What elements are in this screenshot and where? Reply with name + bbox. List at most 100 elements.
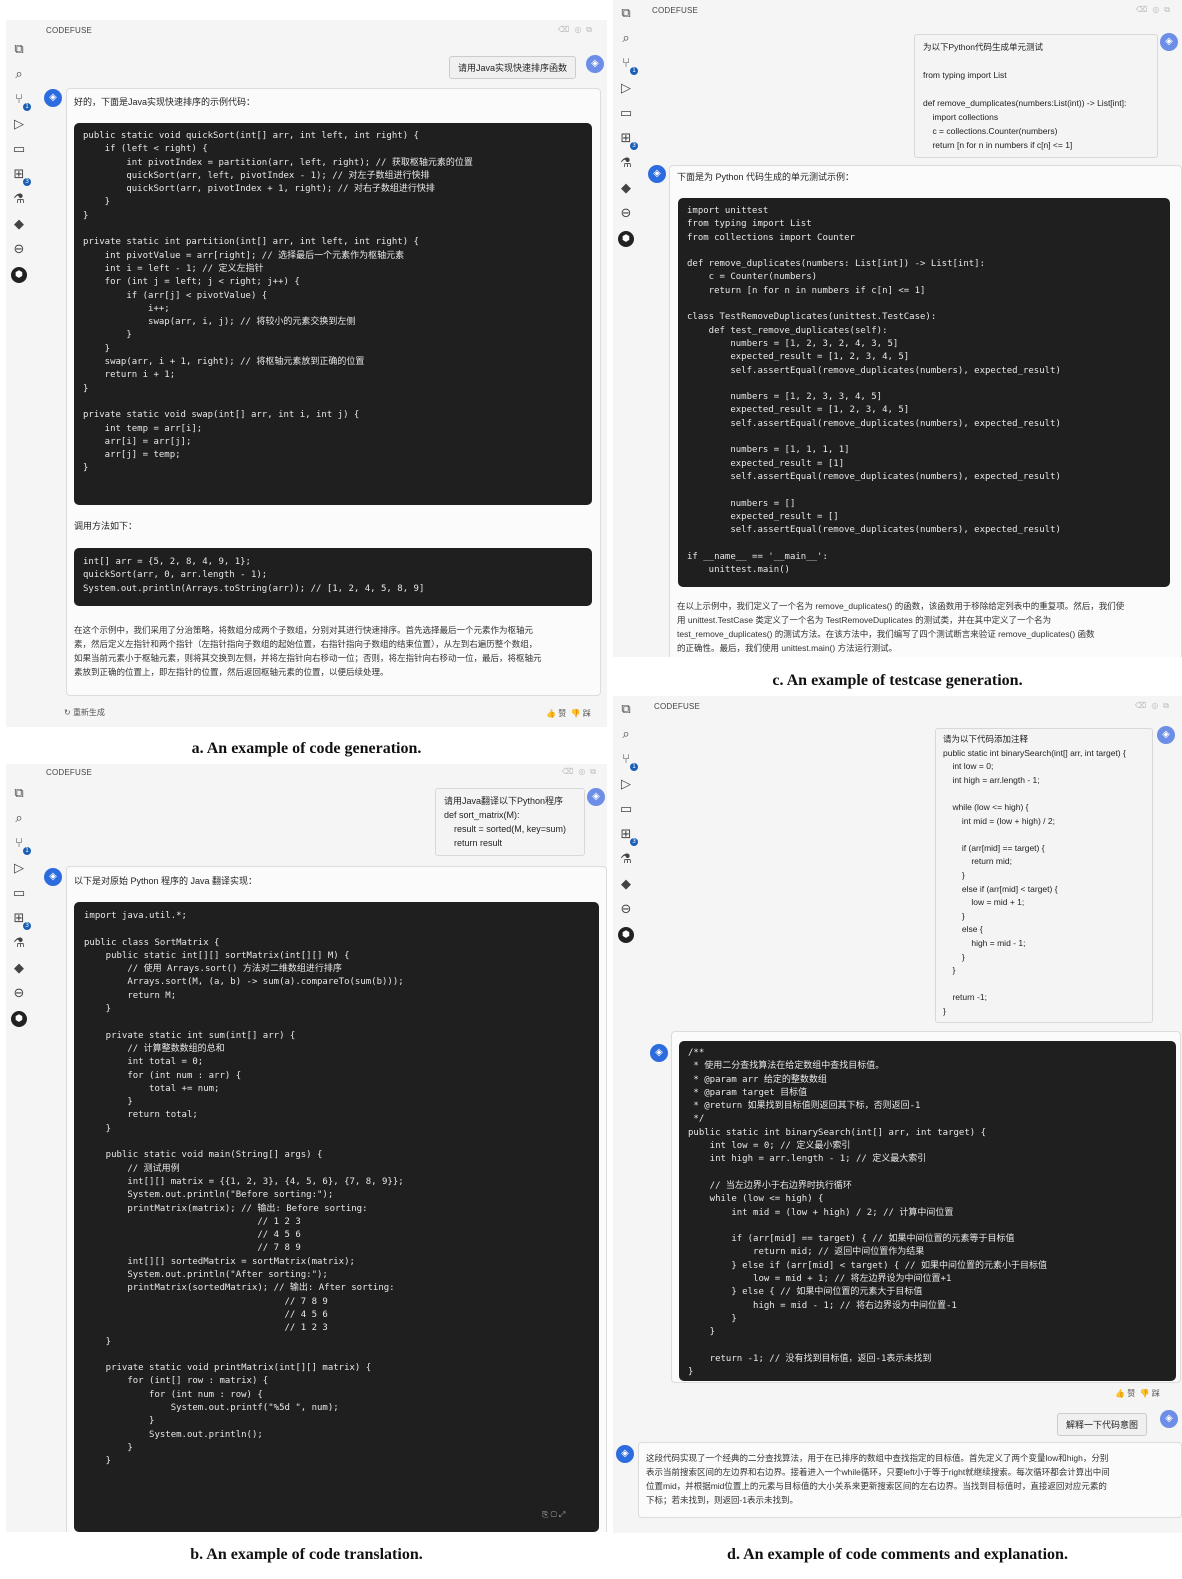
code-line: i++; — [83, 303, 170, 314]
terminal-icon[interactable]: ⊖ — [11, 242, 27, 258]
code-line: for (int num : row) { — [84, 1389, 263, 1400]
codefuse-logo[interactable]: ⬢ — [11, 267, 27, 283]
search-icon[interactable]: ⌕ — [618, 31, 634, 47]
search-icon[interactable]: ⌕ — [11, 67, 27, 83]
message-line: result = sorted(M, key=sum) — [444, 824, 567, 834]
testing-icon[interactable]: ⚗ — [618, 852, 634, 868]
testing-icon[interactable]: ⚗ — [11, 192, 27, 208]
docker-icon[interactable]: ◆ — [11, 217, 27, 233]
code-line: for (int[] row : matrix) { — [84, 1376, 269, 1387]
message-line: public static int binarySearch(int[] arr… — [943, 747, 1126, 758]
testing-icon[interactable]: ⚗ — [11, 936, 27, 952]
codefuse-logo[interactable]: ⬢ — [618, 231, 634, 247]
code-line: numbers = [1, 1, 1, 1] — [687, 445, 850, 456]
panel-testcase-generation: ⧉ ⌕ ⑂ 1 ▷ ▭ ⊞ 3 ⚗ ◆ ⊖ ⬢ CODEFUSE ⌫◎⧉ 为以下Python代码生成单… — [613, 0, 1182, 657]
source-control-icon[interactable]: ⑂ 1 — [11, 836, 31, 855]
header-actions[interactable]: ⌫◎⧉ — [558, 25, 597, 35]
message-line: while (low <= high) { — [943, 801, 1029, 812]
header-actions[interactable]: ⌫◎⧉ — [1135, 701, 1174, 711]
terminal-icon[interactable]: ⊖ — [618, 902, 634, 918]
code-line: } — [84, 1004, 112, 1015]
copy-icon[interactable]: ⧉ — [618, 6, 634, 22]
code-line: c = Counter(numbers) — [687, 272, 818, 283]
run-debug-icon[interactable]: ▷ — [618, 81, 634, 97]
code-line: } — [84, 1416, 155, 1427]
dislike-button[interactable]: 踩 — [1152, 1389, 1160, 1398]
code-line: System.out.println(); — [84, 1429, 263, 1440]
dislike-button[interactable]: 踩 — [583, 709, 591, 718]
terminal-icon[interactable]: ⊖ — [618, 206, 634, 222]
remote-explorer-icon[interactable]: ▭ — [11, 886, 27, 902]
activity-bar: ⧉ ⌕ ⑂ 1 ▷ ▭ ⊞ 3 ⚗ ◆ ⊖ ⬢ — [6, 764, 32, 1532]
remote-explorer-icon[interactable]: ▭ — [618, 106, 634, 122]
feedback-buttons[interactable]: 👍 赞 👎 踩 — [1115, 1388, 1160, 1399]
code-line: } — [83, 383, 89, 394]
header-actions[interactable]: ⌫◎⧉ — [562, 767, 601, 777]
testing-icon[interactable]: ⚗ — [618, 156, 634, 172]
docker-icon[interactable]: ◆ — [618, 877, 634, 893]
code-line: numbers = [1, 2, 3, 3, 4, 5] — [687, 392, 883, 403]
code-line: // 4 5 6 — [84, 1230, 301, 1241]
extensions-icon[interactable]: ⊞ 3 — [11, 167, 31, 186]
extensions-icon[interactable]: ⊞ 3 — [618, 131, 638, 150]
code-line: } — [83, 210, 89, 221]
like-button[interactable]: 赞 — [558, 709, 566, 718]
copy-icon[interactable]: ⧉ — [11, 786, 27, 802]
code-line: // 计算整数数组的总和 — [84, 1043, 225, 1054]
run-debug-icon[interactable]: ▷ — [618, 777, 634, 793]
like-button[interactable]: 赞 — [1127, 1389, 1135, 1398]
extensions-icon[interactable]: ⊞ 3 — [618, 827, 638, 846]
app-title: CODEFUSE — [46, 26, 93, 35]
code-line: printMatrix(matrix); // 输出: Before sorti… — [84, 1203, 368, 1214]
text-line: 如果当前元素小于枢轴元素，则将其交换到左侧，并将左指针向右移动一位；否则，将左指… — [74, 653, 542, 663]
docker-icon[interactable]: ◆ — [11, 961, 27, 977]
codefuse-logo[interactable]: ⬢ — [11, 1011, 27, 1027]
explanation-text: 在以上示例中，我们定义了一个名为 remove_duplicates() 的函数… — [677, 599, 1177, 655]
code-line: return [n for n in numbers if c[n] <= 1] — [687, 285, 926, 296]
code-line: } — [688, 1367, 694, 1378]
code-block-quicksort: public static void quickSort(int[] arr, … — [74, 123, 592, 505]
code-line: Arrays.sort(M, (a, b) -> sum(a).compareT… — [84, 977, 404, 988]
text-line: 用 unittest.TestCase 类定义了一个名为 TestRemoveD… — [677, 615, 1052, 625]
message-line: def remove_dumplicates(numbers:List(int)… — [923, 98, 1127, 108]
app-title: CODEFUSE — [46, 768, 93, 777]
extensions-icon[interactable]: ⊞ 3 — [11, 911, 31, 930]
source-control-icon[interactable]: ⑂ 1 — [618, 56, 638, 75]
search-icon[interactable]: ⌕ — [618, 727, 634, 743]
run-debug-icon[interactable]: ▷ — [11, 861, 27, 877]
explanation-text: 这段代码实现了一个经典的二分查找算法，用于在已排序的数组中查找指定的目标值。首先… — [646, 1451, 1176, 1507]
code-actions[interactable]: ⎘ ▢ ⤢ — [542, 1510, 565, 1520]
code-line: from typing import List — [687, 219, 812, 230]
source-control-icon[interactable]: ⑂ 1 — [11, 92, 31, 111]
user-message: 请为以下代码添加注释 public static int binarySearch… — [935, 728, 1153, 1024]
message-line — [923, 82, 1149, 96]
copy-icon[interactable]: ⧉ — [618, 702, 634, 718]
notification-badge: 3 — [23, 922, 31, 930]
caption-c: c. An example of testcase generation. — [772, 672, 1023, 689]
source-control-icon[interactable]: ⑂ 1 — [618, 752, 638, 771]
code-line: } else { // 如果中间位置的元素大于目标值 — [688, 1287, 923, 1298]
terminal-icon[interactable]: ⊖ — [11, 986, 27, 1002]
regenerate-button[interactable]: ↻ 重新生成 — [64, 707, 105, 718]
search-icon[interactable]: ⌕ — [11, 811, 27, 827]
message-line: } — [943, 965, 956, 976]
user-message: 为以下Python代码生成单元测试 from typing import Lis… — [914, 34, 1158, 158]
notification-badge: 1 — [630, 67, 638, 75]
code-line: quickSort(arr, pivotIndex + 1, right); /… — [83, 184, 435, 195]
docker-icon[interactable]: ◆ — [618, 181, 634, 197]
feedback-buttons[interactable]: 👍 赞 👎 踩 — [546, 708, 591, 719]
run-debug-icon[interactable]: ▷ — [11, 117, 27, 133]
copy-icon[interactable]: ⧉ — [11, 42, 27, 58]
remote-explorer-icon[interactable]: ▭ — [618, 802, 634, 818]
message-line: import collections — [923, 112, 999, 122]
header-actions[interactable]: ⌫◎⧉ — [1136, 5, 1175, 15]
codefuse-logo[interactable]: ⬢ — [618, 927, 634, 943]
code-line: } — [84, 1456, 112, 1467]
code-line: expected_result = [] — [687, 511, 839, 522]
caption-a: a. An example of code generation. — [191, 740, 422, 757]
remote-explorer-icon[interactable]: ▭ — [11, 142, 27, 158]
